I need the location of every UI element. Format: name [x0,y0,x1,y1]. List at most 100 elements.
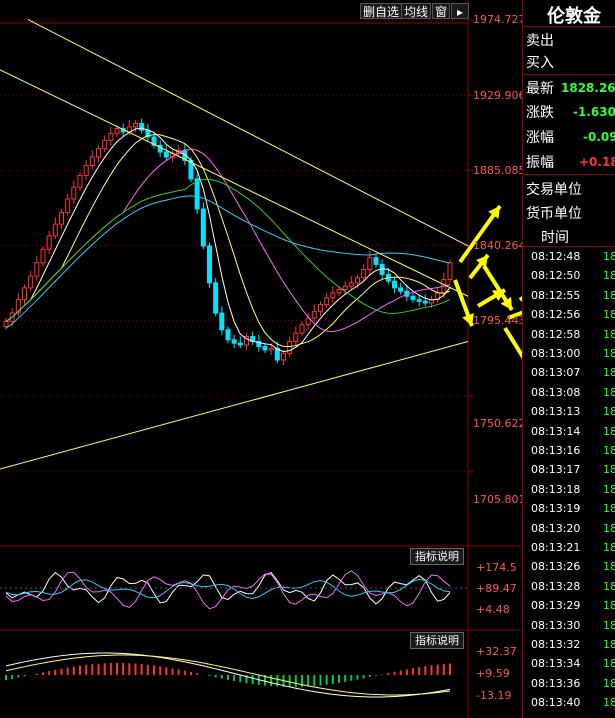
tick-time: 08:13:17 [531,463,581,477]
tick-time: 08:13:30 [531,618,581,632]
candle-body [330,292,336,299]
change-label: 涨跌 [526,105,554,121]
ma60-line [5,195,451,329]
symbol-title: 伦敦金 [547,6,601,27]
price-axis-label: 1795.443 [473,314,526,327]
ma-line-button[interactable]: 均线 [401,3,432,19]
candle-body [40,248,46,264]
tick-price: 18 [603,482,615,496]
tick-price: 18 [603,599,615,613]
change-pct-value: -0.09 [583,130,615,144]
window-button[interactable]: 窗 [432,3,451,19]
tick-price: 18 [603,618,615,632]
candle-body [392,280,397,289]
tick-price: 18 [603,541,615,554]
trendline [0,69,469,297]
indicator-axis-label: +9.59 [476,667,510,680]
tick-price: 18 [603,405,615,419]
tick-time: 08:13:13 [531,405,581,419]
tick-price: 18 [603,521,615,535]
candle-body [237,342,243,346]
candle-body [28,275,34,289]
candle-body [133,123,138,128]
candle-body [311,310,317,319]
ma5-line [5,127,451,353]
indicator-help-button-2[interactable]: 指标说明 [410,632,464,649]
tick-time: 08:13:28 [531,579,581,593]
tick-price: 18 [603,502,615,516]
price-axis-label: 1974.727 [473,13,526,26]
quote-panel: 伦敦金 卖出 买入 最新 1828.260 涨跌 -1.630 涨幅 -0.09… [522,0,615,718]
candle-body [139,123,145,131]
candle-body [262,346,268,351]
candle-body [361,268,367,279]
candle-body [422,300,428,304]
indicator-help-button-1[interactable]: 指标说明 [410,548,464,565]
price-axis-label: 1885.085 [473,164,526,177]
candle-body [398,287,404,292]
tick-time: 08:13:34 [531,657,581,671]
candle-body [34,262,40,277]
candle-body [77,175,83,188]
ma20-line [5,148,451,333]
indicator-axis-label: +174.5 [476,561,517,574]
tick-price: 18 [603,366,615,380]
candle-body [447,262,453,280]
cci-line [5,571,451,605]
tick-price: 18 [603,250,615,263]
candle-body [410,295,416,301]
indicator-axis-label: +89.47 [476,582,517,595]
candle-body [200,208,206,247]
candle-body [96,148,101,158]
tick-price: 18 [603,327,615,341]
indicator-axis-label: +4.48 [476,603,510,616]
candle-body [342,285,348,291]
tick-time: 08:13:29 [531,599,581,613]
candle-body [194,178,200,210]
candle-body [287,341,293,354]
arrow-shaft [503,326,522,360]
time-header: 时间 [541,230,569,246]
candle-body [268,347,274,351]
tick-price: 18 [603,696,615,710]
change-pct-label: 涨幅 [526,130,554,146]
trade-unit-label: 交易单位 [526,182,582,198]
candle-body [89,156,95,166]
candle-body [65,198,71,213]
tick-price: 18 [603,308,615,322]
ask-label[interactable]: 卖出 [526,30,554,50]
tick-time: 08:12:56 [531,308,581,322]
delete-self-select-button[interactable]: 删自选 [360,3,403,19]
tick-time: 08:13:07 [531,366,581,380]
candle-body [108,133,114,141]
indicator-axis-label: -13.19 [476,689,512,702]
tick-time: 08:13:26 [531,560,581,574]
tick-time: 08:12:48 [531,250,581,263]
tick-price: 18 [603,269,615,283]
candle-body [59,211,64,225]
candle-body [336,289,342,294]
tick-time: 08:13:00 [531,347,581,360]
candle-body [324,297,330,306]
push-pin-icon[interactable]: ▸ [451,3,469,19]
change-value: -1.630 [573,105,615,119]
candle-body [318,304,323,312]
currency-unit-label: 货币单位 [526,206,582,222]
tick-time: 08:13:14 [531,424,581,438]
candle-body [22,287,27,301]
candlestick-chart[interactable] [0,0,522,718]
candle-body [71,186,77,200]
candle-body [373,257,379,265]
tick-price: 18 [603,424,615,438]
price-axis-label: 1705.801 [473,493,526,506]
tick-price: 18 [603,347,615,360]
trendline [0,341,469,470]
tick-time: 08:12:55 [531,288,581,302]
tick-price: 18 [603,385,615,399]
tick-time: 08:13:20 [531,521,581,535]
candle-body [163,151,169,158]
candle-body [348,282,354,287]
candle-body [213,282,219,314]
latest-label: 最新 [526,81,554,97]
bid-label[interactable]: 买入 [526,52,554,72]
